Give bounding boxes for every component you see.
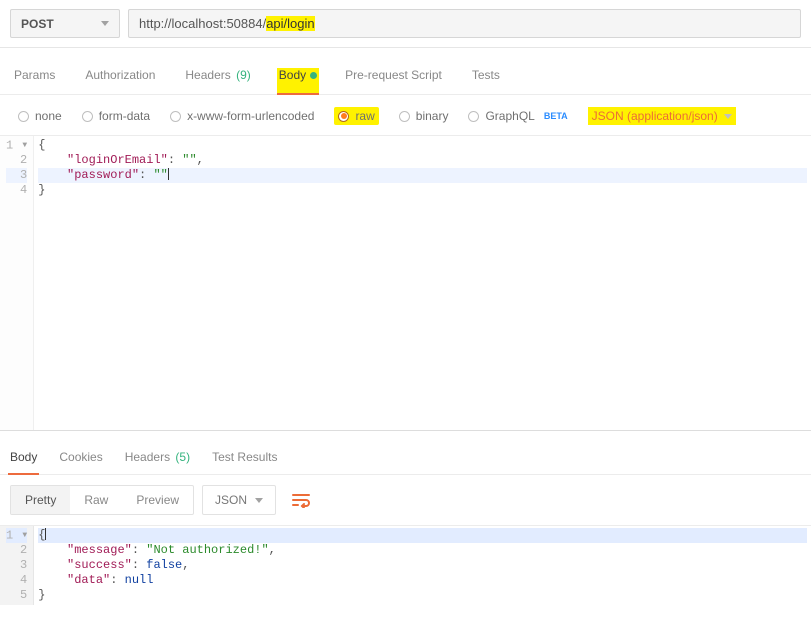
- wrap-icon: [291, 492, 311, 508]
- body-type-none[interactable]: none: [18, 109, 62, 123]
- http-method-select[interactable]: POST: [10, 9, 120, 38]
- response-body-editor[interactable]: 1 ▼ 2 3 4 5 { "message": "Not authorized…: [0, 525, 811, 605]
- response-tab-test-results[interactable]: Test Results: [210, 450, 279, 474]
- tab-headers[interactable]: Headers (9): [181, 68, 254, 94]
- response-tab-headers[interactable]: Headers (5): [123, 450, 192, 474]
- text-cursor: [45, 528, 46, 540]
- response-toolbar: Pretty Raw Preview JSON: [0, 475, 811, 525]
- request-body-editor[interactable]: 1 ▼ 2 3 4 { "loginOrEmail": "", "passwor…: [0, 136, 811, 430]
- response-view-mode: Pretty Raw Preview: [10, 485, 194, 515]
- response-tab-body[interactable]: Body: [8, 450, 39, 474]
- content-type-select[interactable]: JSON (application/json): [588, 107, 736, 125]
- response-tab-headers-label: Headers: [125, 450, 170, 464]
- response-lang-value: JSON: [215, 493, 247, 507]
- request-topbar: POST http://localhost:50884/api/login: [0, 0, 811, 48]
- tab-pre-request[interactable]: Pre-request Script: [341, 68, 446, 94]
- view-pretty-button[interactable]: Pretty: [11, 486, 70, 514]
- http-method-value: POST: [21, 17, 54, 31]
- tab-headers-label: Headers: [185, 68, 230, 82]
- tab-tests[interactable]: Tests: [468, 68, 504, 94]
- tab-headers-count: (9): [236, 68, 251, 82]
- wrap-lines-button[interactable]: [284, 485, 318, 515]
- response-gutter: 1 ▼ 2 3 4 5: [0, 526, 34, 605]
- tab-body-label: Body: [279, 68, 306, 82]
- request-body-code[interactable]: { "loginOrEmail": "", "password": "" }: [34, 136, 811, 430]
- request-gutter: 1 ▼ 2 3 4: [0, 136, 34, 430]
- unsaved-dot-icon: [310, 72, 317, 79]
- chevron-down-icon: [255, 498, 263, 503]
- body-type-urlencoded[interactable]: x-www-form-urlencoded: [170, 109, 314, 123]
- response-tab-headers-count: (5): [175, 450, 190, 464]
- response-tabs: Body Cookies Headers (5) Test Results: [0, 444, 811, 475]
- response-lang-select[interactable]: JSON: [202, 485, 276, 515]
- body-type-binary[interactable]: binary: [399, 109, 449, 123]
- beta-badge: BETA: [544, 111, 568, 121]
- content-type-value: JSON (application/json): [592, 109, 718, 123]
- body-type-form-data[interactable]: form-data: [82, 109, 150, 123]
- body-type-raw[interactable]: raw: [334, 107, 378, 125]
- chevron-down-icon: [101, 21, 109, 26]
- tab-authorization[interactable]: Authorization: [81, 68, 159, 94]
- tab-body[interactable]: Body: [277, 68, 319, 94]
- tab-params[interactable]: Params: [10, 68, 59, 94]
- pane-splitter[interactable]: [0, 430, 811, 444]
- request-tabs: Params Authorization Headers (9) Body Pr…: [0, 48, 811, 95]
- url-input[interactable]: http://localhost:50884/api/login: [128, 9, 801, 38]
- response-tab-cookies[interactable]: Cookies: [57, 450, 104, 474]
- body-type-graphql[interactable]: GraphQLBETA: [468, 109, 567, 123]
- chevron-down-icon: [724, 114, 732, 119]
- text-cursor: [168, 168, 169, 180]
- view-raw-button[interactable]: Raw: [70, 486, 122, 514]
- body-type-row: none form-data x-www-form-urlencoded raw…: [0, 95, 811, 136]
- view-preview-button[interactable]: Preview: [122, 486, 193, 514]
- url-text: http://localhost:50884/: [139, 16, 266, 31]
- response-body-code[interactable]: { "message": "Not authorized!", "success…: [34, 526, 811, 605]
- url-highlight: api/login: [266, 16, 314, 31]
